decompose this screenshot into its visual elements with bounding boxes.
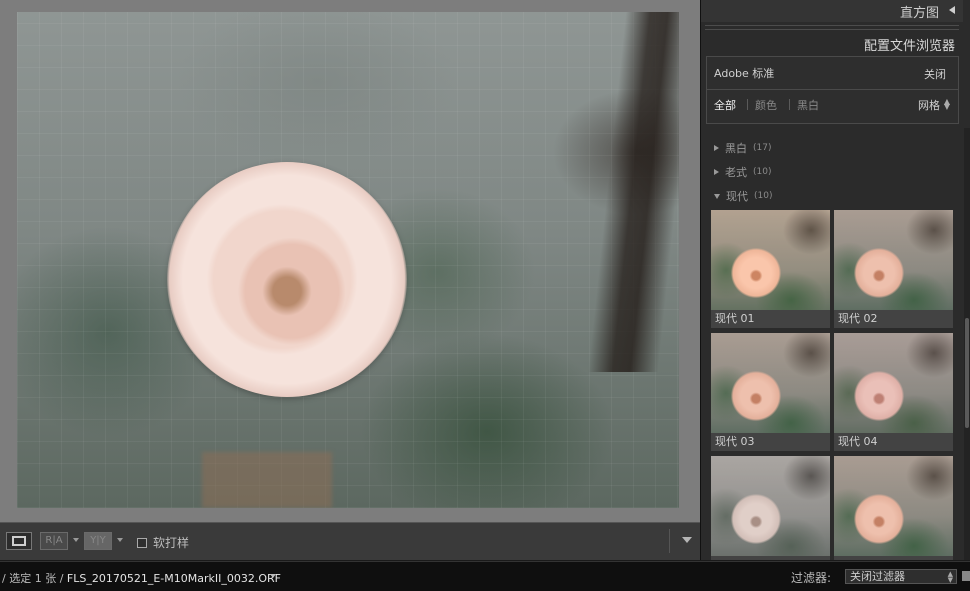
before-after-button[interactable]: R|A	[40, 532, 68, 550]
thumbnail-image	[711, 333, 830, 433]
collapse-triangle-icon[interactable]	[714, 193, 720, 199]
thumbnail-rose	[852, 369, 906, 423]
profile-browser-title: 配置文件浏览器	[863, 39, 955, 54]
thumbnail-rose	[729, 246, 783, 300]
expand-triangle-icon[interactable]	[714, 145, 719, 151]
thumbnail-label	[711, 556, 830, 560]
group-name: 现代	[726, 190, 748, 203]
filter-label: 过滤器:	[791, 571, 832, 585]
group-count: (10)	[753, 167, 772, 177]
tab-divider	[789, 99, 790, 110]
yy-compare-button[interactable]: Y|Y	[84, 532, 112, 550]
tab-color[interactable]: 颜色	[755, 97, 777, 113]
thumbnail-rose	[852, 492, 906, 546]
photo-rose	[167, 162, 407, 397]
group-count: (17)	[753, 143, 772, 153]
profile-thumbnail[interactable]	[711, 456, 830, 560]
histogram-panel-header[interactable]: 直方图	[701, 0, 963, 22]
panel-divider	[705, 25, 959, 26]
profile-list-scrollbar[interactable]	[964, 128, 970, 560]
tab-black-white[interactable]: 黑白	[797, 97, 819, 113]
status-bar: / 选定 1 张 / FLS_20170521_E-M10MarkII_0032…	[0, 561, 970, 591]
file-dropdown-icon[interactable]	[270, 574, 276, 578]
photo-preview[interactable]	[17, 12, 679, 508]
selection-count: / 选定 1 张 /	[2, 572, 64, 585]
profile-box-divider	[707, 89, 958, 90]
right-panel: 直方图 配置文件浏览器 Adobe 标准 关闭 全部 颜色 黑白 网格 ▲ ▼ 黑…	[700, 0, 970, 560]
soft-proof-toggle[interactable]: 软打样	[137, 534, 189, 551]
loupe-icon	[12, 536, 26, 546]
close-button[interactable]: 关闭	[920, 65, 950, 83]
profile-thumbnail[interactable]: 现代 01	[711, 210, 830, 328]
profile-thumbnail[interactable]: 现代 02	[834, 210, 953, 328]
thumbnail-rose	[729, 492, 783, 546]
thumbnail-image	[711, 456, 830, 556]
thumbnail-image	[834, 333, 953, 433]
view-mode-select[interactable]: 网格	[918, 97, 940, 113]
group-row-vintage[interactable]: 老式 (10)	[714, 164, 771, 180]
panel-divider	[705, 29, 959, 30]
toolbar-menu-chevron-icon[interactable]	[682, 537, 692, 543]
thumbnail-label: 现代 03	[711, 433, 830, 451]
main-photo-area	[0, 0, 700, 522]
tab-divider	[747, 99, 748, 110]
group-row-modern[interactable]: 现代 (10)	[714, 188, 772, 204]
filter-lock-icon[interactable]	[962, 571, 970, 581]
profile-browser-header: 配置文件浏览器	[701, 32, 963, 54]
filter-select[interactable]: 关闭过滤器 ▲ ▼	[845, 569, 957, 584]
profile-list: 黑白 (17) 老式 (10) 现代 (10) 现代 01 现代 02 现代 0…	[706, 128, 954, 560]
thumbnail-image	[834, 456, 953, 556]
profile-thumbnail[interactable]: 现代 03	[711, 333, 830, 451]
group-count: (10)	[754, 191, 773, 201]
scrollbar-thumb[interactable]	[965, 318, 969, 428]
current-profile-name: Adobe 标准	[714, 67, 775, 80]
group-name: 黑白	[725, 142, 747, 155]
before-after-dropdown-icon[interactable]	[73, 538, 79, 542]
yy-compare-dropdown-icon[interactable]	[117, 538, 123, 542]
soft-proof-label: 软打样	[153, 536, 190, 550]
toolbar-divider	[669, 529, 670, 553]
thumbnail-label	[834, 556, 953, 560]
filmstrip-status: / 选定 1 张 / FLS_20170521_E-M10MarkII_0032…	[2, 570, 281, 586]
soft-proof-checkbox[interactable]	[137, 537, 147, 548]
thumbnail-rose	[852, 246, 906, 300]
thumbnail-label: 现代 02	[834, 310, 953, 328]
profile-thumbnail[interactable]	[834, 456, 953, 560]
develop-toolbar: R|A Y|Y 软打样	[0, 522, 700, 560]
profile-browser-controls: Adobe 标准 关闭 全部 颜色 黑白 网格 ▲ ▼	[706, 56, 959, 124]
histogram-title: 直方图	[899, 6, 939, 21]
photo-ground	[202, 452, 332, 508]
loupe-view-button[interactable]	[6, 532, 32, 550]
thumbnail-rose	[729, 369, 783, 423]
thumbnail-label: 现代 01	[711, 310, 830, 328]
group-name: 老式	[725, 166, 747, 179]
tab-all[interactable]: 全部	[714, 97, 736, 113]
thumbnail-image	[711, 210, 830, 310]
profile-thumbnail[interactable]: 现代 04	[834, 333, 953, 451]
group-row-bw[interactable]: 黑白 (17)	[714, 140, 771, 156]
thumbnail-image	[834, 210, 953, 310]
filter-value: 关闭过滤器	[850, 570, 905, 583]
select-arrows-icon: ▲ ▼	[947, 570, 953, 584]
thumbnail-label: 现代 04	[834, 433, 953, 451]
expand-triangle-icon[interactable]	[714, 169, 719, 175]
file-name[interactable]: FLS_20170521_E-M10MarkII_0032.ORF	[67, 572, 281, 585]
select-arrows-icon[interactable]: ▲ ▼	[944, 98, 950, 111]
collapse-triangle-icon[interactable]	[949, 6, 955, 14]
